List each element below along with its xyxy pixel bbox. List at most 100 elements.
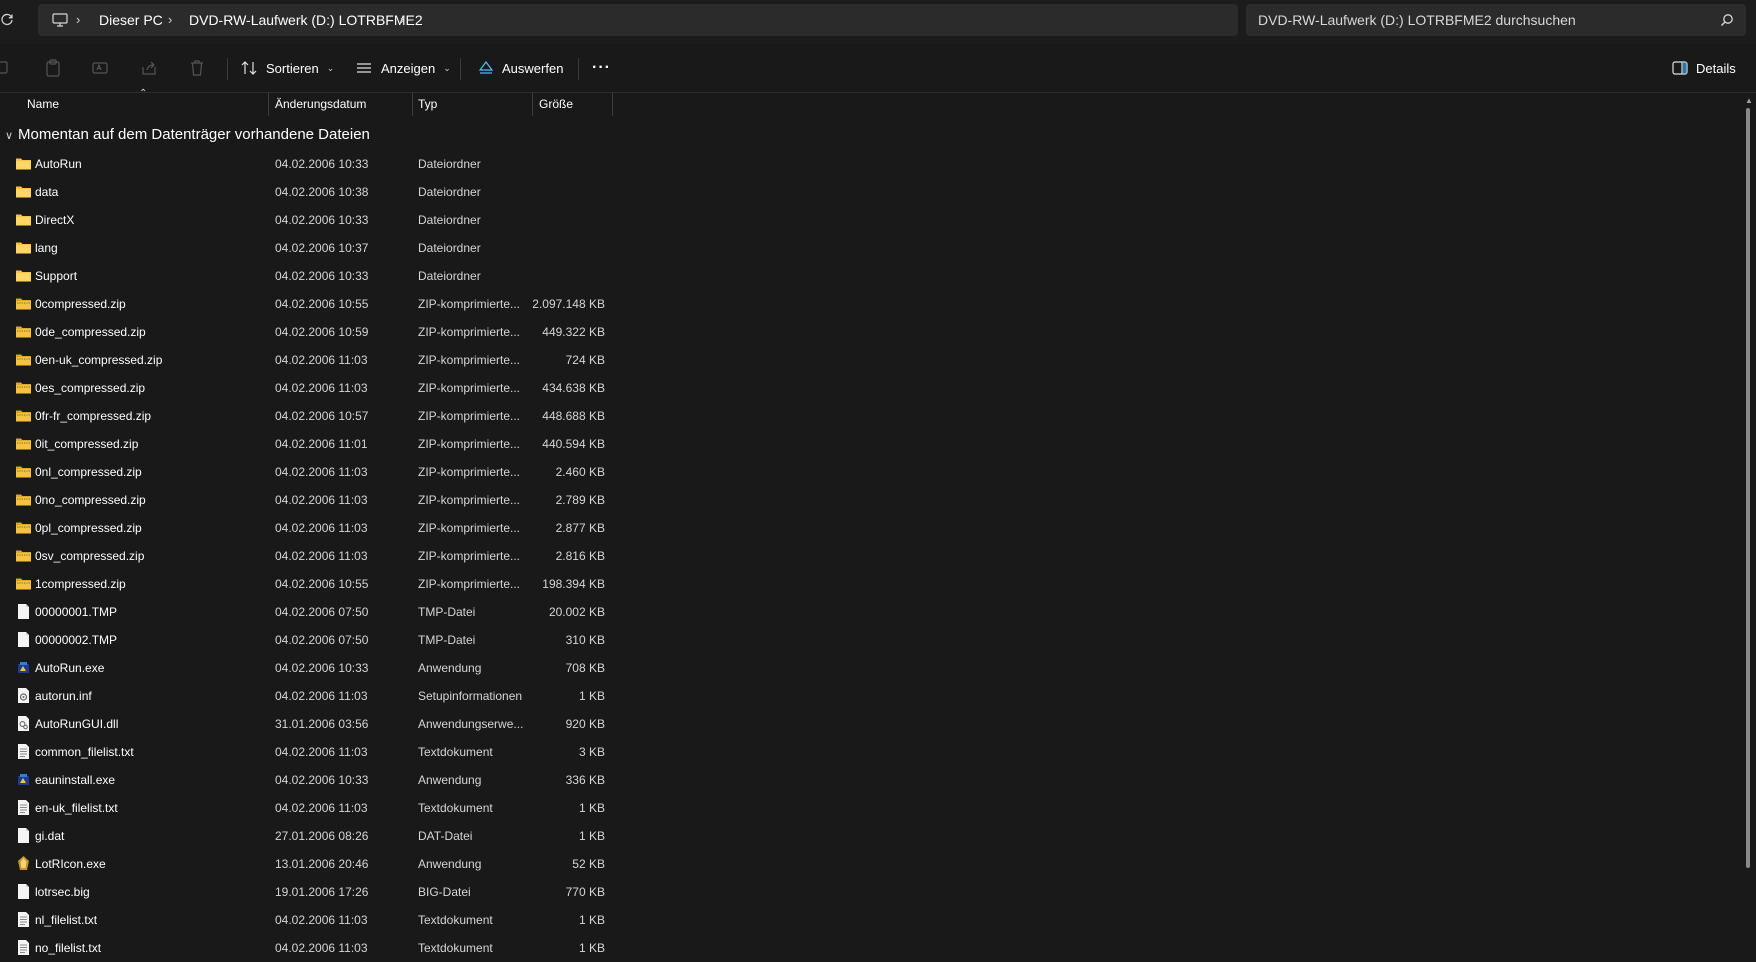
file-row[interactable]: AutoRun 04.02.2006 10:33 Dateiordner <box>0 150 1740 178</box>
file-row[interactable]: AutoRun.exe 04.02.2006 10:33 Anwendung 708 … <box>0 654 1740 682</box>
delete-icon[interactable] <box>187 58 207 78</box>
file-row[interactable]: gi.dat 27.01.2006 08:26 DAT-Datei 1 KB <box>0 822 1740 850</box>
file-row[interactable]: 0compressed.zip 04.02.2006 10:55 ZIP-kompr… <box>0 290 1740 318</box>
file-row[interactable]: 00000001.TMP 04.02.2006 07:50 TMP-Datei 20.… <box>0 598 1740 626</box>
file-row[interactable]: 0fr-fr_compressed.zip 04.02.2006 10:57 ZIP… <box>0 402 1740 430</box>
column-header-name[interactable]: Name <box>27 92 59 116</box>
computer-icon <box>52 13 68 27</box>
refresh-icon[interactable] <box>0 10 16 30</box>
file-row[interactable]: common_filelist.txt 04.02.2006 11:03 Textd… <box>0 738 1740 766</box>
details-pane-button[interactable]: Details <box>1672 52 1736 84</box>
column-header-size[interactable]: Größe <box>539 92 573 116</box>
folder-icon <box>15 155 32 172</box>
file-date: 04.02.2006 11:03 <box>275 941 368 955</box>
file-row[interactable]: eauninstall.exe 04.02.2006 10:33 Anwendung… <box>0 766 1740 794</box>
file-date: 04.02.2006 10:33 <box>275 773 369 787</box>
folder-icon <box>15 183 32 200</box>
file-row[interactable]: LotRIcon.exe 13.01.2006 20:46 Anwendung 52 … <box>0 850 1740 878</box>
chevron-down-icon[interactable]: ∨ <box>0 123 18 149</box>
file-row[interactable]: AutoRunGUI.dll 31.01.2006 03:56 Anwendungs… <box>0 710 1740 738</box>
column-resize-handle[interactable] <box>412 92 413 116</box>
file-row[interactable]: 0sv_compressed.zip 04.02.2006 11:03 ZIP-ko… <box>0 542 1740 570</box>
column-header-date[interactable]: Änderungsdatum <box>275 92 366 116</box>
file-row[interactable]: autorun.inf 04.02.2006 11:03 Setupinformat… <box>0 682 1740 710</box>
eject-button-label: Auswerfen <box>502 60 564 76</box>
file-size: 310 KB <box>565 633 605 647</box>
file-date: 04.02.2006 10:33 <box>275 213 369 227</box>
file-type: Dateiordner <box>418 213 481 227</box>
zip-folder-icon <box>15 407 32 424</box>
group-header[interactable]: ∨ Momentan auf dem Datenträger vorhandene… <box>0 122 370 148</box>
text-file-icon <box>15 939 32 956</box>
file-row[interactable]: 0no_compressed.zip 04.02.2006 11:03 ZIP-ko… <box>0 486 1740 514</box>
text-file-icon <box>15 743 32 760</box>
chevron-right-icon[interactable]: › <box>400 4 404 36</box>
file-row[interactable]: 0es_compressed.zip 04.02.2006 11:03 ZIP-ko… <box>0 374 1740 402</box>
file-size: 52 KB <box>572 857 605 871</box>
file-row[interactable]: DirectX 04.02.2006 10:33 Dateiordner <box>0 206 1740 234</box>
file-row[interactable]: 00000002.TMP 04.02.2006 07:50 TMP-Datei 310… <box>0 626 1740 654</box>
sort-button-label: Sortieren <box>266 60 319 76</box>
file-icon <box>15 603 32 620</box>
file-row[interactable]: no_filelist.txt 04.02.2006 11:03 Textdokum… <box>0 934 1740 962</box>
file-type: ZIP-komprimierte... <box>418 297 521 311</box>
file-type: TMP-Datei <box>418 633 476 647</box>
file-row[interactable]: lang 04.02.2006 10:37 Dateiordner <box>0 234 1740 262</box>
more-options-button[interactable]: ··· <box>592 52 611 84</box>
file-row[interactable]: lotrsec.big 19.01.2006 17:26 BIG-Datei 770 … <box>0 878 1740 906</box>
breadcrumb-dvd-drive[interactable]: DVD-RW-Laufwerk (D:) LOTRBFME2 <box>189 4 423 36</box>
file-name: DirectX <box>35 213 75 227</box>
file-row[interactable]: 1compressed.zip 04.02.2006 10:55 ZIP-kompr… <box>0 570 1740 598</box>
file-row[interactable]: Support 04.02.2006 10:33 Dateiordner <box>0 262 1740 290</box>
file-size: 1 KB <box>578 941 605 955</box>
address-bar-row: › Dieser PC › DVD-RW-Laufwerk (D:) LOTRB… <box>0 0 1756 44</box>
breadcrumb-this-pc[interactable]: Dieser PC <box>99 4 163 36</box>
scroll-up-icon[interactable]: ▲ <box>1744 96 1754 106</box>
file-size: 1 KB <box>578 829 605 843</box>
file-row[interactable]: 0pl_compressed.zip 04.02.2006 11:03 ZIP-ko… <box>0 514 1740 542</box>
dll-icon <box>15 715 32 732</box>
file-name: data <box>35 185 59 199</box>
column-resize-handle[interactable] <box>612 92 613 116</box>
file-type: ZIP-komprimierte... <box>418 577 521 591</box>
sort-button[interactable]: Sortieren ⌄ <box>240 52 334 84</box>
chevron-right-icon[interactable]: › <box>168 4 172 36</box>
file-row[interactable]: 0nl_compressed.zip 04.02.2006 11:03 ZIP-ko… <box>0 458 1740 486</box>
search-input[interactable]: DVD-RW-Laufwerk (D:) LOTRBFME2 durchsuch… <box>1258 4 1576 36</box>
file-type: ZIP-komprimierte... <box>418 465 521 479</box>
eject-button[interactable]: Auswerfen <box>478 52 563 84</box>
search-box[interactable]: DVD-RW-Laufwerk (D:) LOTRBFME2 durchsuch… <box>1246 4 1746 36</box>
file-type: Anwendung <box>418 857 482 871</box>
share-icon[interactable] <box>139 58 159 78</box>
file-row[interactable]: en-uk_filelist.txt 04.02.2006 11:03 Textdo… <box>0 794 1740 822</box>
column-resize-handle[interactable] <box>268 92 269 116</box>
file-date: 04.02.2006 10:33 <box>275 157 369 171</box>
file-date: 19.01.2006 17:26 <box>275 885 369 899</box>
file-date: 04.02.2006 10:59 <box>275 325 369 339</box>
file-date: 04.02.2006 11:03 <box>275 521 368 535</box>
file-date: 04.02.2006 11:03 <box>275 745 368 759</box>
address-bar[interactable]: › Dieser PC › DVD-RW-Laufwerk (D:) LOTRB… <box>38 4 1238 36</box>
search-icon[interactable] <box>1720 13 1734 27</box>
file-row[interactable]: 0it_compressed.zip 04.02.2006 11:01 ZIP-ko… <box>0 430 1740 458</box>
file-type: Dateiordner <box>418 241 481 255</box>
view-button[interactable]: Anzeigen ⌄ <box>355 52 451 84</box>
zip-folder-icon <box>15 351 32 368</box>
file-row[interactable]: 0en-uk_compressed.zip 04.02.2006 11:03 ZIP… <box>0 346 1740 374</box>
file-row[interactable]: nl_filelist.txt 04.02.2006 11:03 Textdokum… <box>0 906 1740 934</box>
file-row[interactable]: 0de_compressed.zip 04.02.2006 10:59 ZIP-ko… <box>0 318 1740 346</box>
scrollbar-thumb[interactable] <box>1746 108 1750 868</box>
file-type: ZIP-komprimierte... <box>418 437 521 451</box>
chevron-down-icon: ⌄ <box>443 62 451 73</box>
file-row[interactable]: data 04.02.2006 10:38 Dateiordner <box>0 178 1740 206</box>
column-resize-handle[interactable] <box>532 92 533 116</box>
file-icon <box>15 883 32 900</box>
column-header-type[interactable]: Typ <box>418 92 437 116</box>
file-type: Dateiordner <box>418 269 481 283</box>
file-size <box>530 206 605 234</box>
file-type: Anwendungserwe... <box>418 717 524 731</box>
chevron-right-icon[interactable]: › <box>76 4 80 36</box>
paste-icon[interactable] <box>43 58 63 78</box>
copy-icon[interactable] <box>0 58 16 78</box>
rename-icon[interactable] <box>90 58 110 78</box>
